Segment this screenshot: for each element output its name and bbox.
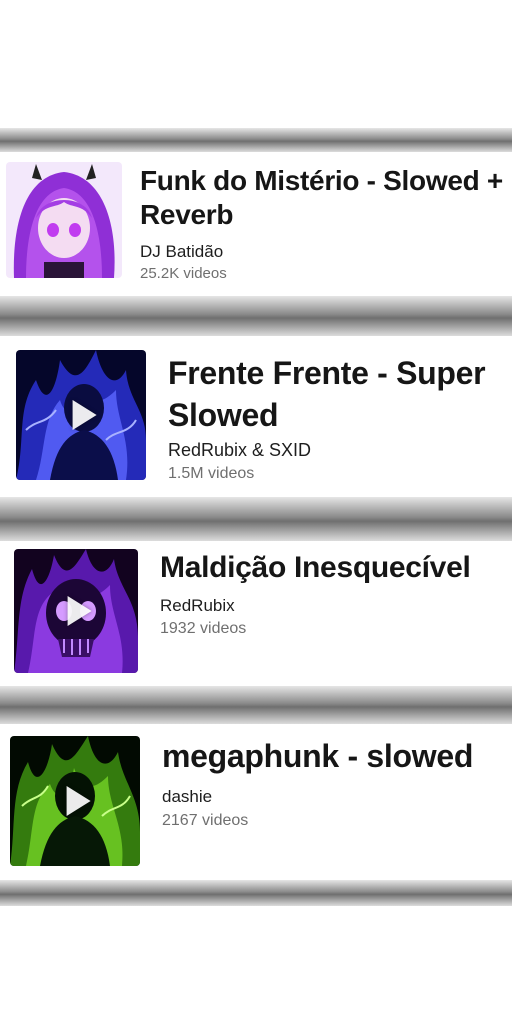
- play-icon[interactable]: [72, 400, 97, 430]
- video-count: 1.5M videos: [168, 465, 255, 482]
- song-title[interactable]: Frente Frente - Super Slowed: [168, 352, 508, 436]
- anime-girl-purple-art-icon: [6, 162, 122, 278]
- song-thumbnail[interactable]: [10, 736, 140, 866]
- play-icon[interactable]: [66, 786, 91, 816]
- separator-band: [0, 880, 512, 906]
- separator-band: [0, 686, 512, 724]
- separator-band: [0, 497, 512, 541]
- song-card[interactable]: Maldição Inesquecível RedRubix 1932 vide…: [0, 541, 512, 686]
- song-thumbnail[interactable]: [6, 162, 122, 278]
- play-icon[interactable]: [67, 596, 92, 626]
- song-thumbnail[interactable]: [14, 549, 138, 673]
- video-count: 2167 videos: [162, 812, 249, 829]
- song-card[interactable]: Funk do Mistério - Slowed + Reverb DJ Ba…: [0, 152, 512, 296]
- song-card[interactable]: Frente Frente - Super Slowed RedRubix & …: [0, 336, 512, 497]
- artist-name[interactable]: dashie: [162, 787, 212, 807]
- song-thumbnail[interactable]: [16, 350, 146, 480]
- video-count: 25.2K videos: [140, 265, 227, 282]
- separator-band: [0, 128, 512, 152]
- artist-name[interactable]: RedRubix: [160, 596, 235, 616]
- artist-name[interactable]: RedRubix & SXID: [168, 440, 311, 461]
- artist-name[interactable]: DJ Batidão: [140, 242, 223, 262]
- song-card[interactable]: megaphunk - slowed dashie 2167 videos: [0, 724, 512, 880]
- song-title[interactable]: Maldição Inesquecível: [160, 549, 508, 587]
- song-title[interactable]: Funk do Mistério - Slowed + Reverb: [140, 164, 508, 232]
- separator-band: [0, 296, 512, 336]
- song-title[interactable]: megaphunk - slowed: [162, 736, 508, 776]
- video-count: 1932 videos: [160, 620, 247, 637]
